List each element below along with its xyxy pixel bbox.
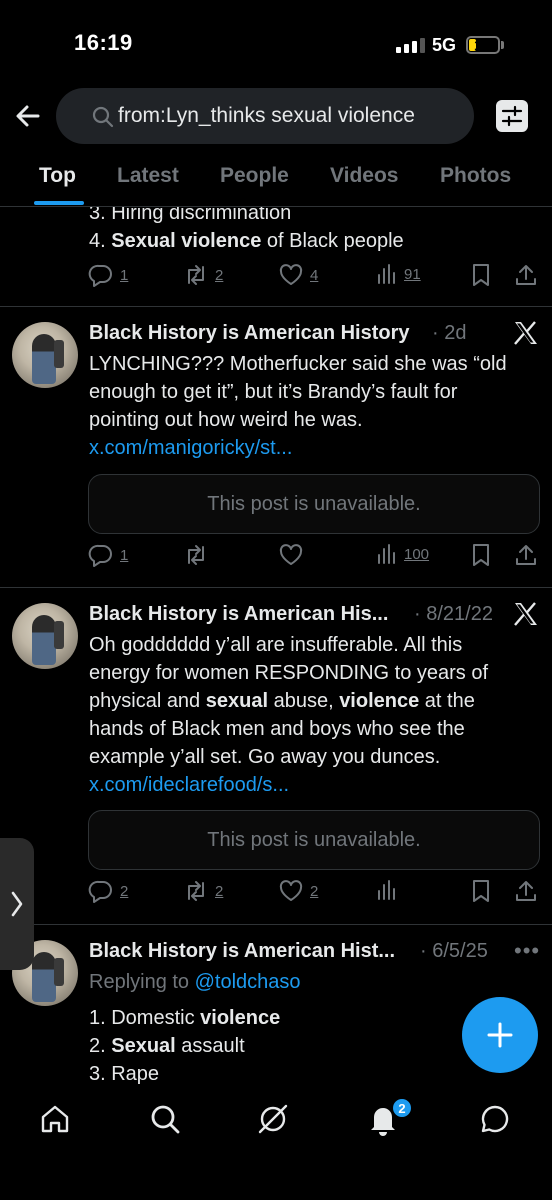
plus-icon [487, 1022, 513, 1048]
views-button[interactable]: 100 [376, 543, 429, 565]
display-name[interactable]: Black History is American Hist... [89, 940, 395, 963]
views-button[interactable]: 91 [376, 263, 421, 285]
like-button[interactable]: 4 [278, 263, 318, 287]
bookmark-icon[interactable] [470, 263, 492, 287]
grok-icon[interactable] [256, 1102, 292, 1138]
reply-button[interactable]: 1 [88, 263, 128, 287]
post-timestamp: · 6/5/25 [420, 940, 488, 962]
view-count: 91 [404, 265, 421, 283]
post-timestamp: · 8/21/22 [414, 603, 493, 625]
search-tabs: Top Latest People Videos Photos [0, 158, 552, 206]
post-text: LYNCHING??? Motherfucker said she was “o… [89, 353, 507, 459]
share-icon[interactable] [514, 543, 538, 567]
x-logo-icon [512, 601, 538, 627]
repost-button[interactable]: 2 [183, 879, 223, 903]
tab-people[interactable]: People [220, 164, 289, 188]
repost-count: 2 [215, 266, 224, 284]
post-divider [0, 924, 552, 925]
reply-count: 1 [120, 266, 129, 284]
avatar[interactable] [12, 603, 78, 669]
like-count: 2 [310, 882, 319, 900]
post-divider [0, 587, 552, 588]
replying-to: Replying to @toldchaso [89, 971, 301, 993]
back-arrow-icon[interactable] [12, 100, 44, 132]
unavailable-quote: This post is unavailable. [88, 810, 540, 870]
bottom-nav [0, 1088, 552, 1158]
post-text-line: 2. Sexual assault [89, 1035, 245, 1057]
post-divider [0, 306, 552, 307]
search-icon [92, 106, 114, 133]
share-icon[interactable] [514, 263, 538, 287]
battery-tip [501, 41, 504, 49]
post-timestamp: · 2d [432, 322, 467, 344]
post-text-line: 3. Hiring discrimination [89, 207, 292, 224]
post-text-line: 4. Sexual violence of Black people [89, 230, 404, 252]
reply-button[interactable]: 1 [88, 543, 128, 567]
display-name[interactable]: Black History is American His... [89, 603, 388, 626]
active-tab-indicator [34, 201, 84, 205]
messages-icon[interactable] [478, 1102, 514, 1138]
notification-badge: 2 [392, 1098, 412, 1118]
side-panel-handle[interactable] [0, 838, 34, 970]
reply-button[interactable]: 2 [88, 879, 128, 903]
status-time: 16:19 [74, 30, 133, 55]
post-actions: 1 100 [88, 543, 540, 573]
post-link[interactable]: x.com/manigoricky/st... [89, 437, 292, 459]
repost-button[interactable] [183, 543, 209, 567]
avatar[interactable] [12, 322, 78, 388]
view-count: 100 [404, 545, 430, 563]
post-text-line: 3. Rape [89, 1063, 160, 1085]
post-text: Oh godddddd y’all are insufferable. All … [89, 634, 489, 796]
share-icon[interactable] [514, 879, 538, 903]
x-logo-icon [512, 320, 538, 346]
like-count: 4 [310, 266, 319, 284]
search-icon[interactable] [148, 1102, 184, 1138]
post-actions: 2 2 2 [88, 879, 540, 909]
post-text-line: 1. Domestic violence [89, 1007, 281, 1029]
bookmark-icon[interactable] [470, 543, 492, 567]
tab-latest[interactable]: Latest [117, 164, 179, 188]
signal-icon [396, 38, 425, 53]
reply-handle-link[interactable]: @toldchaso [195, 971, 301, 993]
home-icon[interactable] [38, 1102, 74, 1138]
reply-count: 1 [120, 546, 129, 564]
filter-icon[interactable] [496, 100, 528, 132]
tab-photos[interactable]: Photos [440, 164, 511, 188]
network-type: 5G [432, 35, 457, 55]
tab-top[interactable]: Top [39, 164, 76, 188]
like-button[interactable] [278, 543, 304, 567]
compose-button[interactable] [462, 997, 538, 1073]
search-input[interactable] [118, 104, 474, 128]
tab-videos[interactable]: Videos [330, 164, 398, 188]
like-button[interactable]: 2 [278, 879, 318, 903]
search-box[interactable] [56, 88, 474, 144]
battery-level: 19 [474, 37, 490, 53]
post-actions: 1 2 4 91 [88, 263, 540, 293]
post-link[interactable]: x.com/ideclarefood/s... [89, 774, 289, 796]
unavailable-quote: This post is unavailable. [88, 474, 540, 534]
bookmark-icon[interactable] [470, 879, 492, 903]
repost-count: 2 [215, 882, 224, 900]
repost-button[interactable]: 2 [183, 263, 223, 287]
reply-count: 2 [120, 882, 129, 900]
more-options-icon[interactable]: ••• [514, 938, 540, 964]
battery-icon: 19 [466, 36, 500, 54]
views-button[interactable] [376, 879, 398, 901]
display-name[interactable]: Black History is American History [89, 322, 410, 345]
